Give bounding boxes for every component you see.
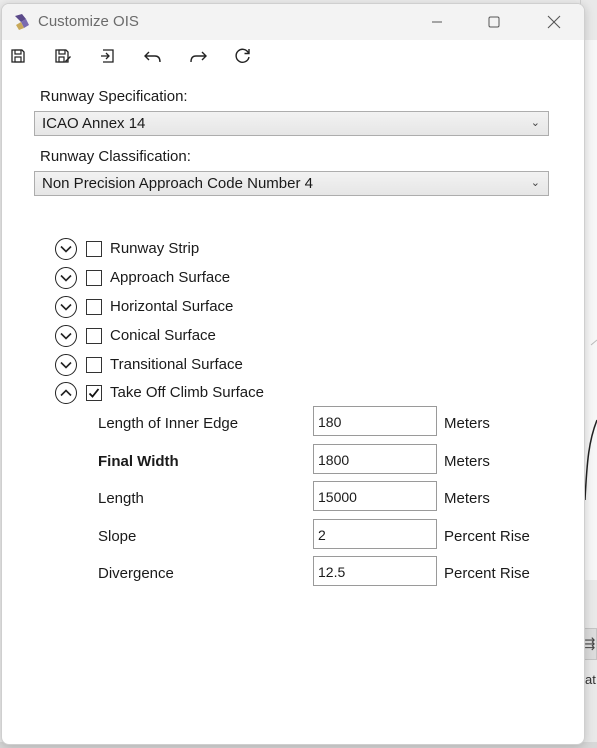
expand-button[interactable] bbox=[55, 296, 77, 318]
surface-take-off-climb: Take Off Climb Surface bbox=[55, 382, 455, 406]
save-button[interactable] bbox=[5, 44, 31, 68]
length-input[interactable] bbox=[313, 481, 437, 511]
surface-label: Horizontal Surface bbox=[110, 298, 234, 315]
runway-spec-dropdown[interactable]: ICAO Annex 14 ⌄ bbox=[34, 111, 549, 136]
background-button: ⇶ bbox=[583, 628, 597, 660]
expand-button[interactable] bbox=[55, 238, 77, 260]
expand-button[interactable] bbox=[55, 354, 77, 376]
save-icon bbox=[11, 49, 25, 63]
maximize-button[interactable] bbox=[471, 4, 517, 40]
redo-button[interactable] bbox=[185, 44, 211, 68]
app-logo-icon bbox=[13, 13, 31, 31]
surface-transitional: Transitional Surface bbox=[55, 354, 455, 378]
chevron-down-icon bbox=[60, 245, 72, 253]
runway-class-dropdown[interactable]: Non Precision Approach Code Number 4 ⌄ bbox=[34, 171, 549, 196]
length-unit: Meters bbox=[444, 490, 490, 507]
conical-surface-checkbox[interactable] bbox=[86, 328, 102, 344]
import-button[interactable] bbox=[95, 44, 121, 68]
surface-label: Runway Strip bbox=[110, 240, 200, 257]
surface-approach: Approach Surface bbox=[55, 267, 455, 291]
surface-horizontal: Horizontal Surface bbox=[55, 296, 455, 320]
customize-ois-dialog: Customize OIS Runway Specification: ICAO… bbox=[1, 3, 585, 745]
length-inner-edge-label: Length of Inner Edge bbox=[98, 415, 239, 432]
divergence-unit: Percent Rise bbox=[444, 565, 530, 582]
redo-icon bbox=[190, 51, 207, 63]
chevron-down-icon bbox=[60, 274, 72, 282]
approach-surface-checkbox[interactable] bbox=[86, 270, 102, 286]
save-as-button[interactable] bbox=[50, 44, 76, 68]
import-icon bbox=[101, 49, 114, 63]
expand-button[interactable] bbox=[55, 325, 77, 347]
collapse-button[interactable] bbox=[55, 382, 77, 404]
close-button[interactable] bbox=[531, 4, 577, 40]
runway-spec-value: ICAO Annex 14 bbox=[42, 115, 146, 132]
surface-label: Take Off Climb Surface bbox=[110, 384, 264, 401]
surface-conical: Conical Surface bbox=[55, 325, 455, 349]
chevron-up-icon bbox=[60, 389, 72, 397]
final-width-unit: Meters bbox=[444, 453, 490, 470]
undo-button[interactable] bbox=[140, 44, 166, 68]
refresh-icon bbox=[235, 48, 250, 63]
slope-input[interactable] bbox=[313, 519, 437, 549]
chevron-down-icon: ⌄ bbox=[530, 117, 540, 129]
length-label: Length bbox=[98, 490, 144, 507]
transitional-surface-checkbox[interactable] bbox=[86, 357, 102, 373]
runway-class-label: Runway Classification: bbox=[40, 148, 191, 165]
title-bar[interactable]: Customize OIS bbox=[2, 4, 584, 40]
undo-icon bbox=[144, 51, 161, 63]
length-inner-edge-input[interactable] bbox=[313, 406, 437, 436]
surface-label: Approach Surface bbox=[110, 269, 231, 286]
checkmark-icon bbox=[88, 388, 100, 398]
horizontal-surface-checkbox[interactable] bbox=[86, 299, 102, 315]
maximize-icon bbox=[488, 16, 500, 28]
runway-class-value: Non Precision Approach Code Number 4 bbox=[42, 175, 313, 192]
surface-runway-strip: Runway Strip bbox=[55, 238, 455, 262]
runway-spec-label: Runway Specification: bbox=[40, 88, 188, 105]
window-title: Customize OIS bbox=[38, 13, 139, 30]
save-as-icon bbox=[55, 49, 71, 63]
minimize-icon bbox=[432, 21, 442, 23]
surface-label: Transitional Surface bbox=[110, 356, 243, 373]
divergence-input[interactable] bbox=[313, 556, 437, 586]
expand-button[interactable] bbox=[55, 267, 77, 289]
slope-unit: Percent Rise bbox=[444, 528, 530, 545]
surface-label: Conical Surface bbox=[110, 327, 216, 344]
background-fragment-text: at bbox=[585, 672, 596, 687]
runway-strip-checkbox[interactable] bbox=[86, 241, 102, 257]
final-width-label: Final Width bbox=[98, 453, 179, 470]
slope-label: Slope bbox=[98, 528, 137, 545]
chevron-down-icon: ⌄ bbox=[530, 177, 540, 189]
length-inner-edge-unit: Meters bbox=[444, 415, 490, 432]
final-width-input[interactable] bbox=[313, 444, 437, 474]
minimize-button[interactable] bbox=[414, 4, 460, 40]
chevron-down-icon bbox=[60, 332, 72, 340]
toolbar bbox=[2, 42, 584, 70]
take-off-climb-checkbox[interactable] bbox=[86, 385, 102, 401]
divergence-label: Divergence bbox=[98, 565, 174, 582]
refresh-button[interactable] bbox=[230, 44, 256, 68]
chevron-down-icon bbox=[60, 303, 72, 311]
chevron-down-icon bbox=[60, 361, 72, 369]
close-icon bbox=[547, 15, 561, 29]
